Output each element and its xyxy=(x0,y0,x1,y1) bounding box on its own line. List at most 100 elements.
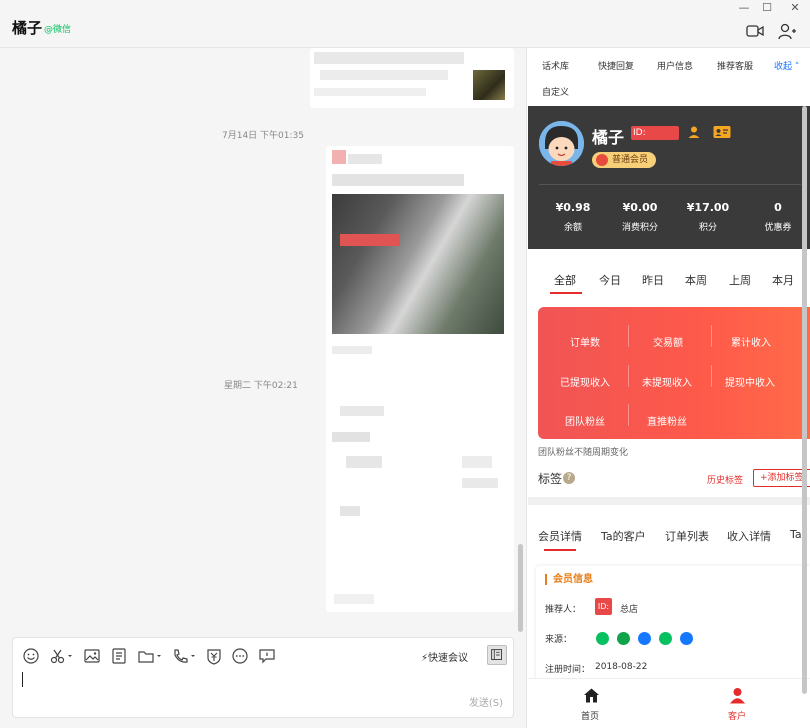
referrer-id-badge: ID: xyxy=(595,598,612,615)
member-id-badge: ID: xyxy=(631,126,679,140)
help-icon[interactable]: ? xyxy=(563,472,575,484)
nav-customer[interactable]: 客户 xyxy=(728,709,746,722)
tab-more[interactable]: Ta xyxy=(790,528,802,541)
crown-icon xyxy=(596,154,608,166)
chat-record-icon[interactable] xyxy=(258,647,276,665)
contact-name: 橘子 xyxy=(12,19,43,37)
customer-icon[interactable] xyxy=(729,687,746,704)
cartoon-avatar-icon xyxy=(539,121,584,166)
referrer-label: 推荐人： xyxy=(545,605,582,615)
profile-card: 橘子 ID: 普通会员 ¥0.98 余额 ¥0.00 消费积分 ¥17.00 积… xyxy=(528,106,810,249)
screenshot-scissors-icon[interactable] xyxy=(49,647,73,665)
divider xyxy=(711,365,712,387)
blurred-image xyxy=(473,70,505,100)
period-tab-this-month[interactable]: 本月 xyxy=(772,272,794,288)
kpi-total-income[interactable]: 累计收入 xyxy=(731,334,771,349)
history-tags-link[interactable]: 历史标签 xyxy=(707,473,743,486)
source-app-icon xyxy=(596,632,609,645)
stat-points[interactable]: ¥17.00 积分 xyxy=(678,201,738,233)
source-store-icon xyxy=(638,632,651,645)
income-stats-card: 订单数 交易额 累计收入 已提现收入 未提现收入 提现中收入 团队粉丝 直推粉丝 xyxy=(538,307,810,439)
tab-quick-reply[interactable]: 快捷回复 xyxy=(598,59,634,72)
close-button[interactable]: ✕ xyxy=(784,1,806,15)
more-icon[interactable] xyxy=(231,647,249,665)
emoji-icon[interactable] xyxy=(22,647,40,665)
payment-icon[interactable] xyxy=(205,647,223,665)
divider xyxy=(711,325,712,347)
avatar xyxy=(539,121,584,166)
period-tab-last-week[interactable]: 上周 xyxy=(729,272,751,288)
divider xyxy=(628,404,629,426)
document-icon[interactable] xyxy=(110,647,128,665)
message-timestamp: 7月14日 下午01:35 xyxy=(222,131,304,141)
kpi-transaction-amount[interactable]: 交易额 xyxy=(653,334,683,349)
customer-panel: 话术库 快捷回复 用户信息 推荐客服 收起 ˄ 自定义 橘子 ID: 普通会员 … xyxy=(526,48,810,728)
stat-consume-points[interactable]: ¥0.00 消费积分 xyxy=(610,201,670,233)
referrer-value[interactable]: 总店 xyxy=(620,602,638,615)
contact-source: @微信 xyxy=(44,25,72,35)
tab-order-list[interactable]: 订单列表 xyxy=(665,528,709,544)
kpi-direct-fans[interactable]: 直推粉丝 xyxy=(647,413,687,428)
kpi-order-count[interactable]: 订单数 xyxy=(570,334,600,349)
kpi-team-fans[interactable]: 团队粉丝 xyxy=(565,413,605,428)
sidebar-panel-icon xyxy=(491,649,502,660)
folder-icon[interactable] xyxy=(137,647,163,665)
sidebar-toggle-button[interactable] xyxy=(487,645,507,665)
message-bubble[interactable] xyxy=(326,398,514,612)
message-bubble[interactable] xyxy=(326,146,514,410)
message-bubble[interactable] xyxy=(310,48,514,108)
stat-balance[interactable]: ¥0.98 余额 xyxy=(543,201,603,233)
kpi-withdrawn-income[interactable]: 已提现收入 xyxy=(560,374,610,389)
wechat-icon xyxy=(659,632,672,645)
text-caret xyxy=(22,672,23,687)
message-timestamp: 星期二 下午02:21 xyxy=(224,381,298,391)
period-tab-yesterday[interactable]: 昨日 xyxy=(642,272,664,288)
team-fans-note: 团队粉丝不随周期变化 xyxy=(538,448,629,458)
stat-coupons[interactable]: 0 优惠券 xyxy=(748,201,808,233)
divider xyxy=(628,365,629,387)
quick-meeting-button[interactable]: ⚡快速会议 xyxy=(421,649,468,664)
period-tab-today[interactable]: 今日 xyxy=(599,272,621,288)
section-separator xyxy=(528,497,810,505)
person-icon[interactable] xyxy=(687,125,701,139)
bottom-nav: 首页 客户 xyxy=(528,678,810,728)
chat-scrollbar[interactable] xyxy=(518,544,523,632)
tab-member-details[interactable]: 会员详情 xyxy=(538,528,582,544)
divider xyxy=(539,184,801,185)
kpi-unwithdrawn-income[interactable]: 未提现收入 xyxy=(642,374,692,389)
tags-title: 标签 xyxy=(538,472,563,486)
divider xyxy=(628,325,629,347)
kpi-withdrawing-income[interactable]: 提现中收入 xyxy=(725,374,775,389)
lightning-icon: ⚡ xyxy=(421,653,429,664)
chat-bubble-icon xyxy=(680,632,693,645)
tab-income-details[interactable]: 收入详情 xyxy=(727,528,771,544)
chat-history[interactable]: 7月14日 下午01:35 星期二 下午02:21 xyxy=(0,48,526,636)
chevron-up-icon: ˄ xyxy=(792,62,800,72)
nav-home[interactable]: 首页 xyxy=(581,709,599,722)
period-tab-this-week[interactable]: 本周 xyxy=(685,272,707,288)
home-icon[interactable] xyxy=(583,687,600,704)
add-member-icon[interactable] xyxy=(777,22,797,40)
tab-script-library[interactable]: 话术库 xyxy=(542,59,569,72)
maximize-button[interactable]: ☐ xyxy=(756,1,778,15)
panel-scrollbar[interactable] xyxy=(802,106,807,694)
chat-header: 橘子 @微信 — ☐ ✕ xyxy=(0,0,810,48)
tab-custom[interactable]: 自定义 xyxy=(542,85,569,98)
source-label: 来源： xyxy=(545,635,573,645)
reg-time-label: 注册时间： xyxy=(545,665,591,675)
video-call-icon[interactable] xyxy=(745,22,765,40)
tab-recommend-agent[interactable]: 推荐客服 xyxy=(717,59,753,72)
period-tab-all[interactable]: 全部 xyxy=(554,272,576,288)
minimize-button[interactable]: — xyxy=(733,1,755,15)
image-icon[interactable] xyxy=(83,647,101,665)
tab-user-info[interactable]: 用户信息 xyxy=(657,59,693,72)
profile-name: 橘子 xyxy=(592,128,625,147)
collapse-tabs-button[interactable]: 收起 ˄ xyxy=(774,59,799,72)
tab-customers[interactable]: Ta的客户 xyxy=(601,528,646,544)
phone-icon[interactable] xyxy=(171,647,197,665)
send-button[interactable]: 发送(S) xyxy=(469,694,503,709)
member-info-title: 会员信息 xyxy=(545,574,593,585)
message-composer[interactable]: ⚡快速会议 发送(S) xyxy=(12,637,514,718)
id-card-icon[interactable] xyxy=(713,125,731,139)
blurred-image xyxy=(332,194,504,334)
